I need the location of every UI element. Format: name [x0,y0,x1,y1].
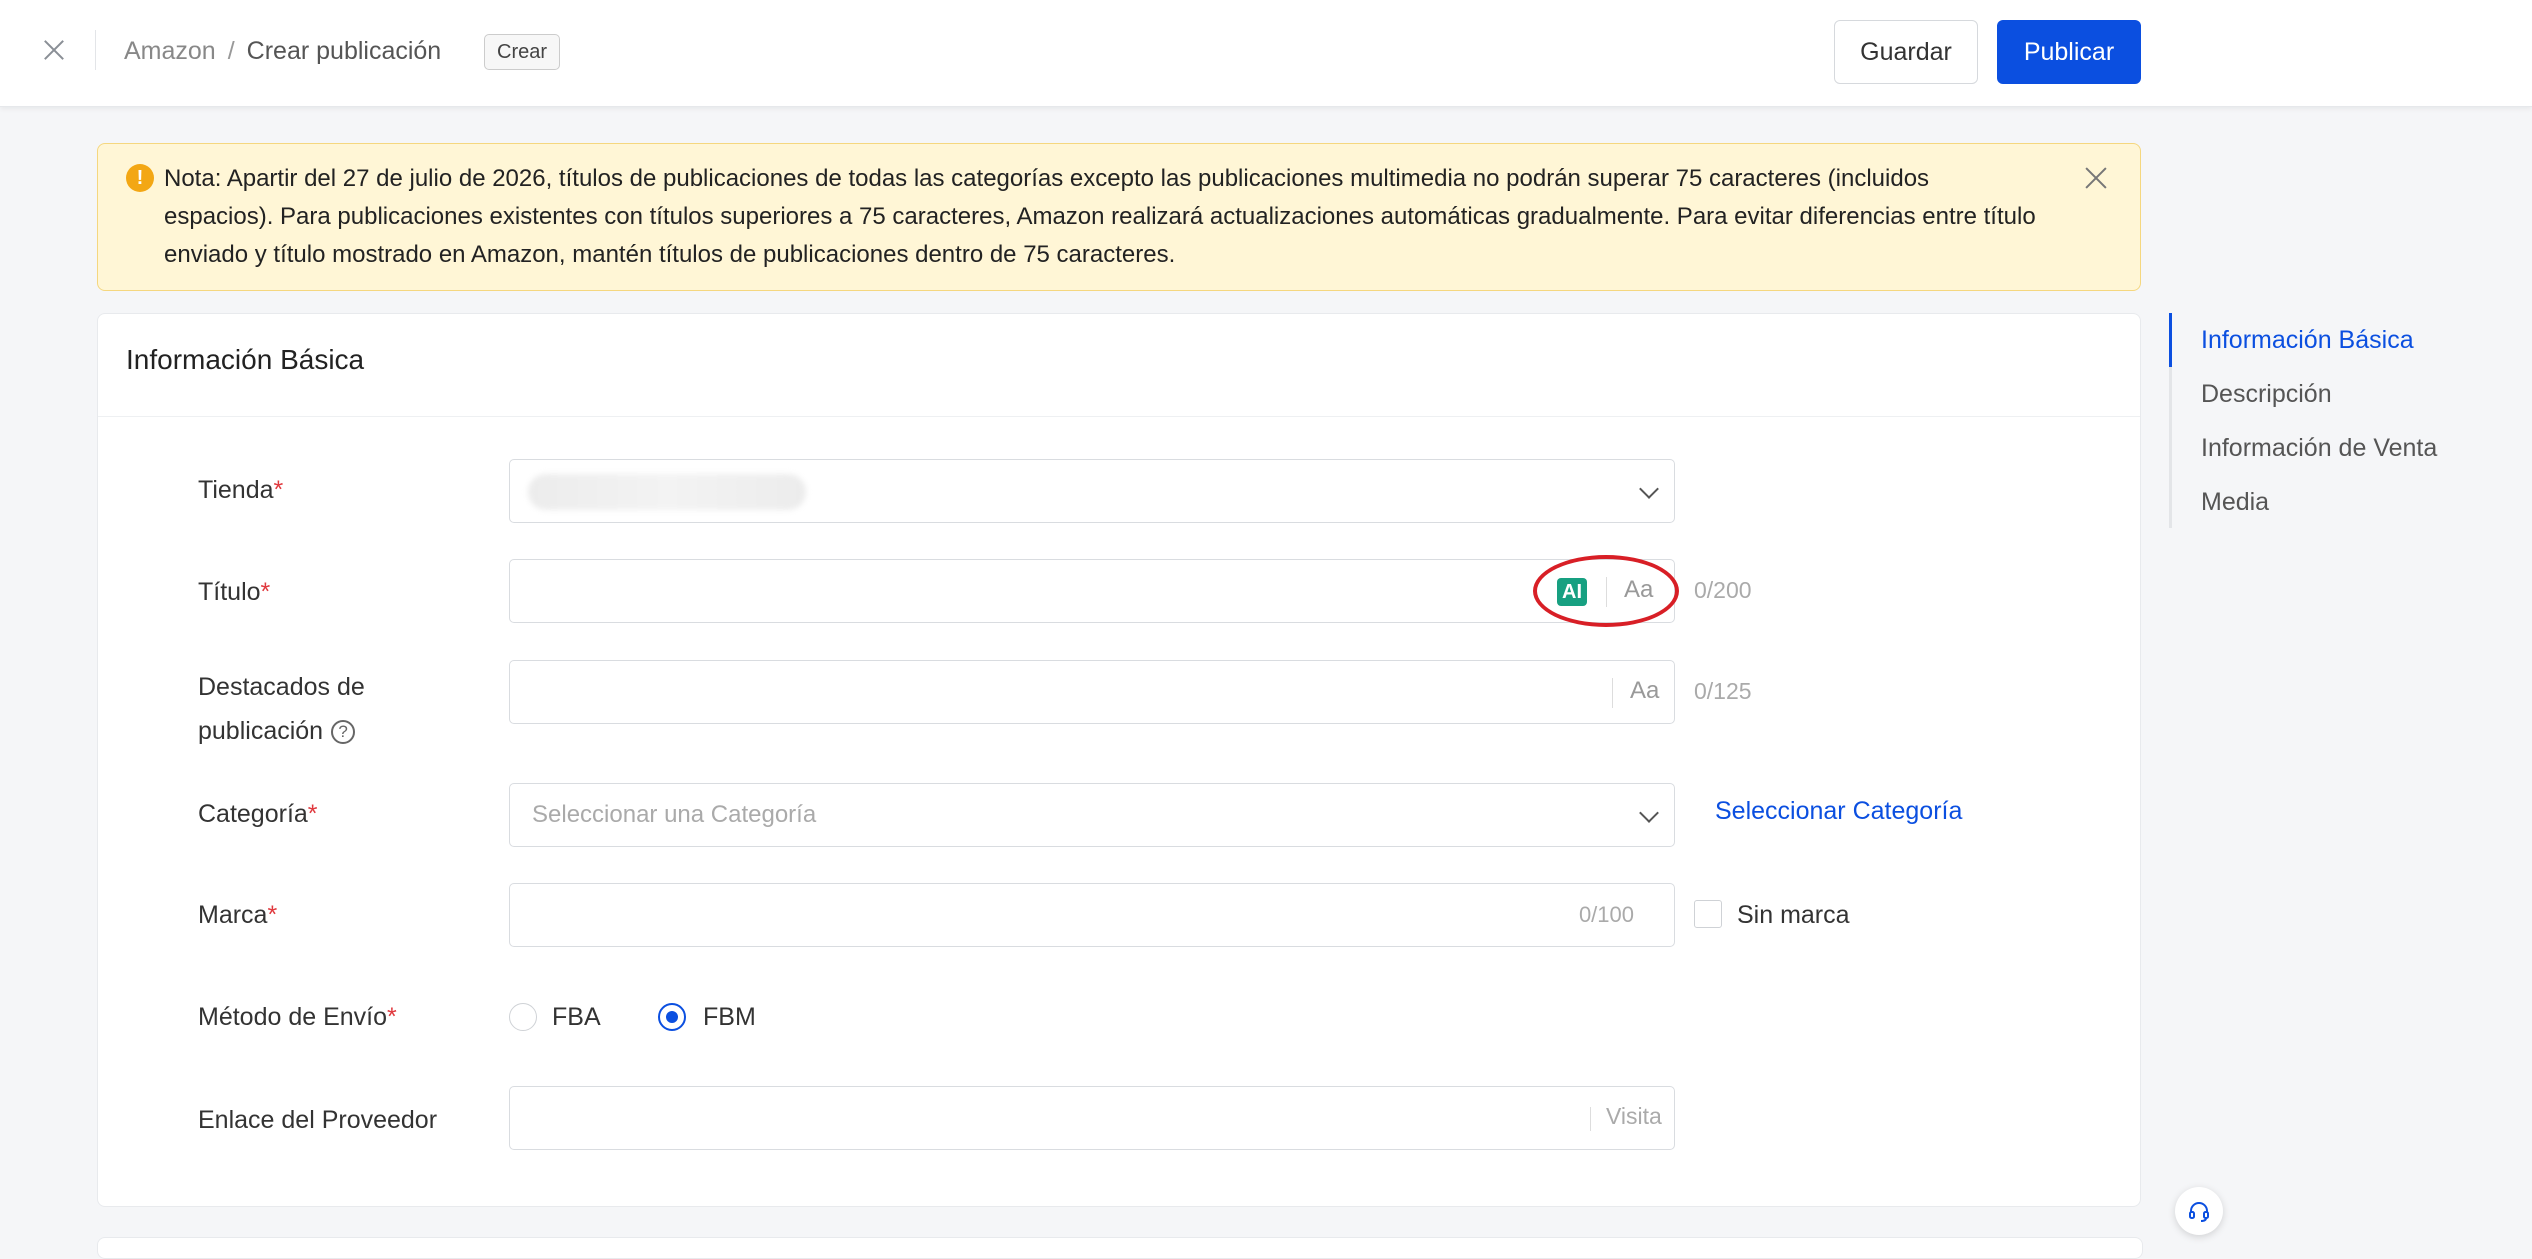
anchor-basic-info[interactable]: Información Básica [2201,326,2414,355]
no-brand-checkbox[interactable] [1694,900,1722,928]
fba-radio[interactable] [509,1003,537,1031]
headset-icon [2189,1202,2209,1222]
supplier-label: Enlace del Proveedor [198,1106,438,1134]
no-brand-label[interactable]: Sin marca [1737,901,1850,930]
store-select[interactable] [509,459,1675,523]
chevron-down-icon [1639,479,1659,499]
notice-banner: ! Nota: Apartir del 27 de julio de 2026,… [97,143,2141,291]
select-category-link[interactable]: Seleccionar Categoría [1715,797,1962,826]
brand-counter: 0/100 [1578,902,1634,927]
breadcrumb: Amazon / Crear publicación [124,36,441,66]
title-label: Título* [198,578,271,606]
supplier-link-input[interactable]: Visita [509,1086,1675,1150]
category-placeholder: Seleccionar una Categoría [532,801,817,828]
category-select[interactable]: Seleccionar una Categoría [509,783,1675,847]
divider [95,30,96,70]
brand-label: Marca* [198,901,278,929]
support-button[interactable] [2175,1187,2223,1235]
shipping-label: Método de Envío* [198,1003,397,1031]
divider [1590,1107,1591,1131]
chevron-down-icon [1639,803,1659,823]
store-value [528,474,806,510]
brand-input[interactable]: 0/100 [509,883,1675,947]
status-badge: Crear [484,34,561,70]
highlight-circle [1533,555,1679,627]
highlights-label: Destacados de publicación? [198,673,365,745]
basic-info-card: Información Básica [97,313,2141,1207]
fba-label[interactable]: FBA [552,1003,601,1032]
category-label: Categoría* [198,800,318,828]
help-icon[interactable]: ? [331,720,356,745]
section-title: Información Básica [126,344,365,375]
anchor-active-indicator [2169,313,2172,367]
notice-text: Nota: Apartir del 27 de julio de 2026, t… [164,165,2036,268]
next-section-card [97,1237,2143,1259]
fbm-label[interactable]: FBM [703,1003,756,1032]
top-bar: Amazon / Crear publicación Crear Guardar P… [0,0,2532,107]
close-icon[interactable] [40,36,68,64]
notice-close-icon[interactable] [2082,164,2110,192]
visit-link[interactable]: Visita [1606,1103,1662,1130]
highlights-counter: 0/125 [1694,678,1752,704]
breadcrumb-root[interactable]: Amazon [124,37,216,65]
divider [1612,678,1613,708]
title-counter: 0/200 [1694,577,1752,603]
publish-button[interactable]: Publicar [1997,20,2141,84]
case-toggle-icon[interactable]: Aa [1630,677,1659,705]
breadcrumb-current: Crear publicación [246,37,442,65]
title-input[interactable]: AI Aa [509,559,1675,623]
breadcrumb-separator: / [227,37,235,65]
anchor-media[interactable]: Media [2201,488,2269,517]
warning-icon: ! [126,164,154,192]
anchor-sales-info[interactable]: Información de Venta [2201,434,2437,463]
anchor-description[interactable]: Descripción [2201,380,2332,409]
store-label: Tienda* [198,476,284,504]
save-button[interactable]: Guardar [1834,20,1978,84]
highlights-input[interactable]: Aa [509,660,1675,724]
divider [98,416,2140,417]
fbm-radio[interactable] [658,1003,686,1031]
